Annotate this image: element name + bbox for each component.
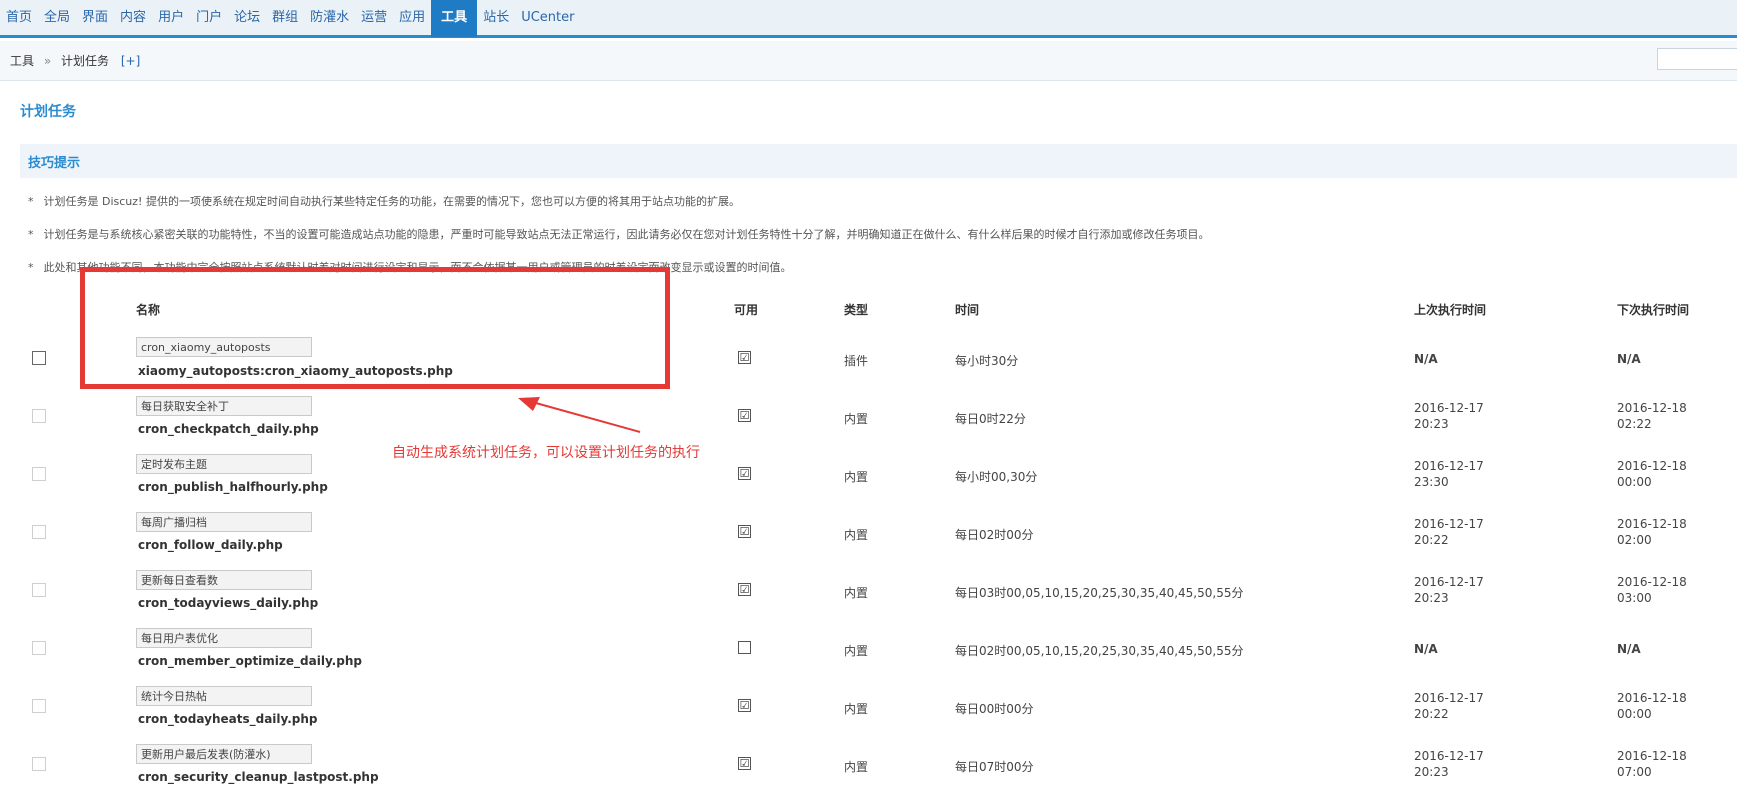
annotation-arrow xyxy=(518,397,641,433)
annotation-text: 自动生成系统计划任务，可以设置计划任务的执行 xyxy=(392,445,700,461)
